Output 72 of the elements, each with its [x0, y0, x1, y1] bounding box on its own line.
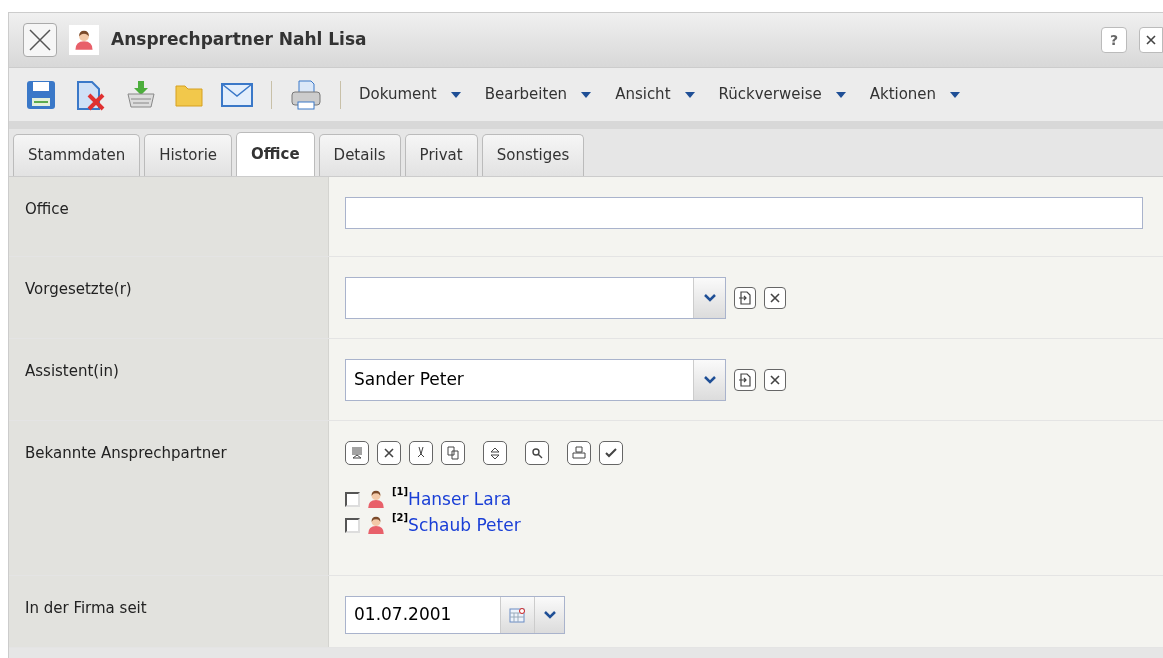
- tab[interactable]: Sonstiges: [481, 134, 585, 176]
- field-label: Bekannte Ansprechpartner: [25, 444, 227, 462]
- field-label: Office: [25, 200, 69, 218]
- menu-button[interactable]: Bearbeiten: [484, 83, 592, 106]
- tab[interactable]: Details: [318, 134, 401, 176]
- delete-document-icon[interactable]: [75, 78, 107, 111]
- close-icon: [1145, 34, 1157, 46]
- reference-marker: [2]: [392, 513, 409, 523]
- caret-icon: [684, 91, 695, 98]
- document-arrow-icon: [738, 291, 752, 305]
- close-icon: [769, 292, 781, 304]
- chevron-down-icon: [703, 376, 716, 384]
- checkmark-button[interactable]: [599, 441, 623, 465]
- menu-button[interactable]: Dokument: [359, 83, 461, 106]
- dropdown-button[interactable]: [534, 597, 564, 633]
- clear-button[interactable]: [764, 369, 786, 391]
- envelope-icon[interactable]: [221, 82, 253, 107]
- person-icon: [73, 29, 95, 51]
- sort-button[interactable]: [483, 441, 507, 465]
- calendar-icon: [508, 607, 527, 623]
- menu-button[interactable]: Ansicht: [615, 83, 695, 106]
- checkbox[interactable]: [345, 517, 360, 533]
- menu-button[interactable]: Aktionen: [869, 83, 961, 106]
- window-title: Ansprechpartner Nahl Lisa: [111, 28, 368, 52]
- tab[interactable]: Privat: [404, 134, 478, 176]
- person-icon: [366, 489, 386, 509]
- close-button[interactable]: [23, 23, 57, 57]
- link-button[interactable]: [734, 369, 756, 391]
- caret-icon: [581, 91, 592, 98]
- list-icon: [349, 445, 365, 461]
- reference-marker: [1]: [392, 487, 409, 497]
- help-button[interactable]: ?: [1101, 27, 1127, 53]
- scissors-button[interactable]: [409, 441, 433, 465]
- chevron-down-icon: [703, 294, 716, 302]
- search-icon: [529, 445, 545, 461]
- dropdown-button[interactable]: [693, 278, 725, 318]
- date-value: 01.07.2001: [353, 603, 453, 627]
- combo-value: Sander Peter: [353, 368, 465, 392]
- printer-icon[interactable]: [290, 78, 322, 111]
- tab[interactable]: Historie: [144, 134, 233, 176]
- field-label: Assistent(in): [25, 362, 119, 380]
- field-label: In der Firma seit: [25, 599, 147, 617]
- list-button[interactable]: [345, 441, 369, 465]
- close-button[interactable]: [377, 441, 401, 465]
- caret-icon: [835, 91, 846, 98]
- printer-icon: [571, 445, 587, 461]
- contact-link[interactable]: Hanser Lara: [408, 487, 512, 511]
- tab[interactable]: Stammdaten: [13, 134, 141, 176]
- person-icon: [366, 515, 386, 535]
- menu-button[interactable]: Rückverweise: [718, 83, 846, 106]
- field-label: Vorgesetzte(r): [25, 280, 132, 298]
- caret-icon: [950, 91, 961, 98]
- link-button[interactable]: [734, 287, 756, 309]
- close-icon: [769, 374, 781, 386]
- clear-button[interactable]: [764, 287, 786, 309]
- checkbox[interactable]: [345, 491, 360, 507]
- copy-icon: [445, 445, 461, 461]
- document-arrow-icon: [738, 373, 752, 387]
- caret-icon: [450, 91, 461, 98]
- text-field[interactable]: [345, 197, 1143, 229]
- close-icon: [28, 28, 52, 52]
- printer-button[interactable]: [567, 441, 591, 465]
- tab[interactable]: Office: [236, 132, 315, 176]
- copy-button[interactable]: [441, 441, 465, 465]
- dropdown-button[interactable]: [693, 360, 725, 400]
- search-button[interactable]: [525, 441, 549, 465]
- date-field[interactable]: 01.07.2001: [345, 596, 565, 634]
- close-button[interactable]: [1139, 27, 1163, 53]
- contact-link[interactable]: Schaub Peter: [408, 513, 521, 537]
- combo-box[interactable]: Sander Peter: [345, 359, 726, 401]
- save-icon[interactable]: [25, 78, 57, 111]
- chevron-down-icon: [543, 611, 556, 619]
